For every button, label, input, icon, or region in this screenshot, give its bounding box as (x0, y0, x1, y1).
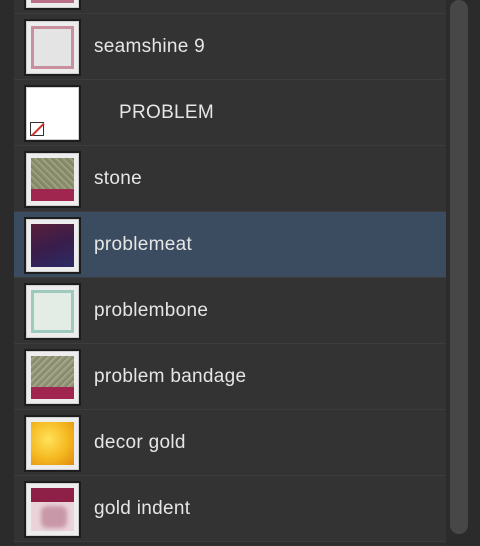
frame-texture-icon (31, 0, 74, 3)
list-item-selected[interactable]: problemeat (14, 212, 446, 278)
scrollbar-thumb[interactable] (450, 0, 468, 534)
thumbnail (24, 0, 81, 10)
list-item[interactable]: problem bandage (14, 344, 446, 410)
thumbnail (24, 85, 81, 142)
bandage-texture-icon (31, 356, 74, 399)
list-item[interactable] (14, 0, 446, 14)
list-item[interactable]: PROBLEM (14, 80, 446, 146)
stone-texture-icon (31, 158, 74, 201)
thumbnail (24, 283, 81, 340)
material-label: problemeat (94, 234, 193, 255)
gold-texture-icon (31, 422, 74, 465)
bone-texture-icon (31, 290, 74, 333)
material-label: problembone (94, 300, 209, 321)
list-item[interactable]: decor gold (14, 410, 446, 476)
material-list-panel: seamshine 9 PROBLEM stone problemeat pro (0, 0, 480, 546)
thumbnail (24, 151, 81, 208)
thumbnail (24, 217, 81, 274)
meat-texture-icon (31, 224, 74, 267)
material-label: decor gold (94, 432, 186, 453)
material-label: gold indent (94, 498, 191, 519)
thumbnail (24, 349, 81, 406)
thumbnail (24, 415, 81, 472)
gold-indent-texture-icon (31, 488, 74, 531)
list-item[interactable]: problembone (14, 278, 446, 344)
missing-texture-icon (30, 122, 44, 136)
list-item[interactable]: seamshine 9 (14, 14, 446, 80)
material-label: problem bandage (94, 366, 247, 387)
left-gutter (0, 0, 14, 546)
material-label: stone (94, 168, 142, 189)
material-label: PROBLEM (119, 102, 215, 123)
list-item[interactable]: stone (14, 146, 446, 212)
material-list[interactable]: seamshine 9 PROBLEM stone problemeat pro (14, 0, 446, 542)
vertical-scrollbar[interactable] (446, 0, 480, 546)
list-item[interactable]: gold indent (14, 476, 446, 542)
material-label: seamshine 9 (94, 36, 206, 57)
seam-texture-icon (31, 26, 74, 69)
thumbnail (24, 19, 81, 76)
thumbnail (24, 481, 81, 538)
